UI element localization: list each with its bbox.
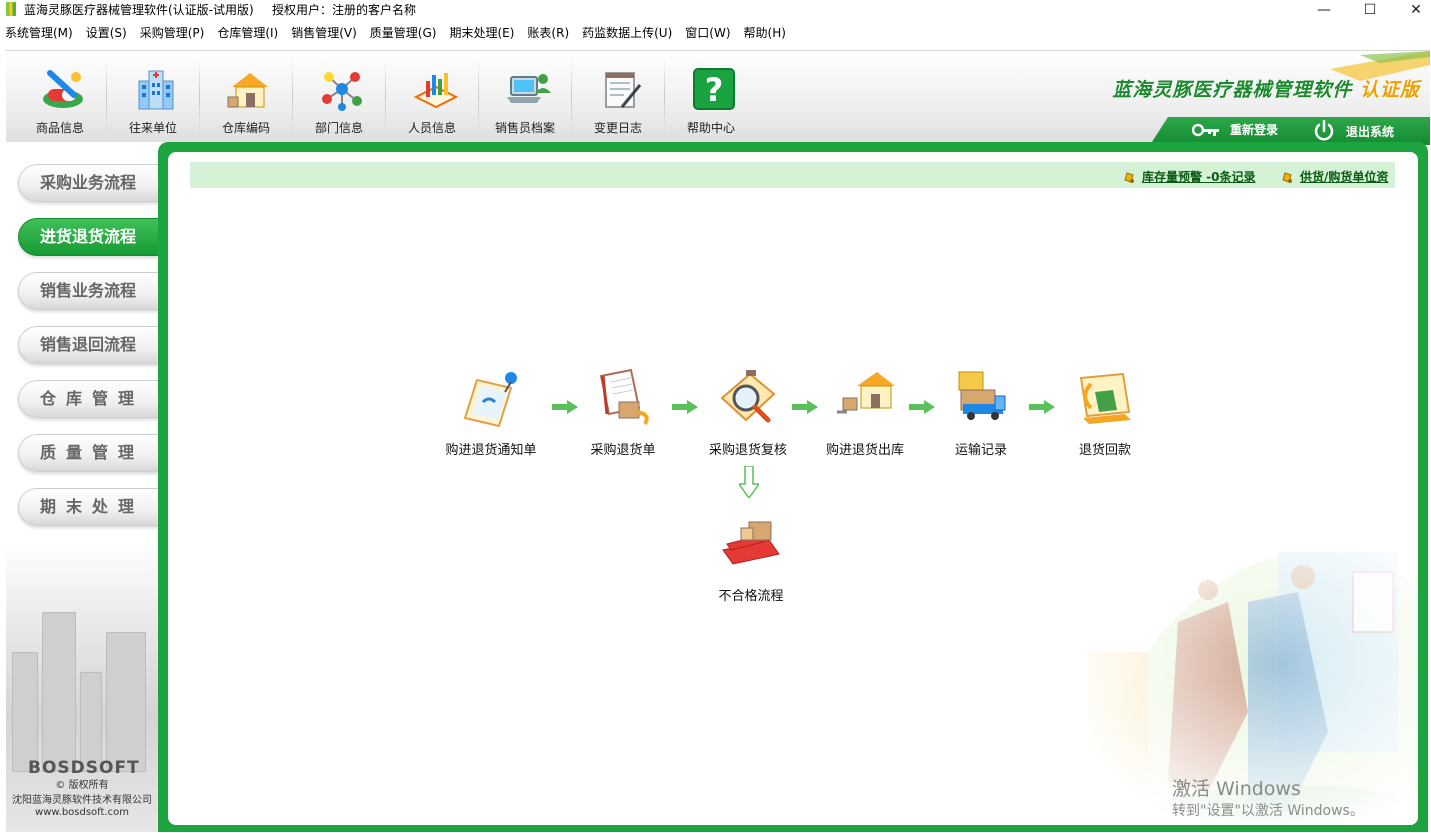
menu-system[interactable]: 系统管理(M) xyxy=(5,24,73,41)
toolbar-label: 变更日志 xyxy=(593,121,642,135)
title-bar: 蓝海灵豚医疗器械管理软件(认证版-试用版) 授权用户：注册的客户名称 — ☐ ✕ xyxy=(0,0,1431,20)
bell-icon xyxy=(1124,171,1134,183)
sidebar-item-sales-return-flow[interactable]: 销售退回流程 xyxy=(18,326,160,364)
sidebar-item-purchase-flow[interactable]: 采购业务流程 xyxy=(18,164,160,202)
flow-step-return-order[interactable]: 采购退货单 xyxy=(563,368,683,458)
menu-upload[interactable]: 药监数据上传(U) xyxy=(582,24,672,41)
flow-step-label: 不合格流程 xyxy=(718,589,784,604)
account-bar: 重新登录 退出系统 xyxy=(1150,117,1430,145)
toolbar-change-log[interactable]: 变更日志 xyxy=(572,51,664,139)
flow-step-return-review[interactable]: 采购退货复核 xyxy=(688,368,808,458)
toolbar-label: 部门信息 xyxy=(314,121,363,135)
flow-step-label: 运输记录 xyxy=(954,443,1007,458)
notepad-pen-icon xyxy=(605,72,642,108)
menu-warehouse[interactable]: 仓库管理(I) xyxy=(217,24,278,41)
flow-step-label: 采购退货单 xyxy=(590,443,656,458)
main-panel: 库存量预警 -0条记录 供货/购货单位资 购进退货通知单 采购退货单 采购退货复… xyxy=(158,142,1428,832)
minimize-button[interactable]: — xyxy=(1301,0,1347,20)
toolbar-label: 商品信息 xyxy=(35,121,84,135)
warehouse-out-icon xyxy=(837,372,895,414)
toolbar-label: 往来单位 xyxy=(128,121,177,135)
close-button[interactable]: ✕ xyxy=(1393,0,1431,20)
menu-purchase[interactable]: 采购管理(P) xyxy=(140,24,205,41)
exit-button[interactable]: 退出系统 xyxy=(1312,119,1394,143)
supplier-info-link[interactable]: 供货/购货单位资 xyxy=(1280,168,1388,185)
toolbar-label: 销售员档案 xyxy=(494,121,555,135)
relogin-button[interactable]: 重新登录 xyxy=(1192,121,1278,138)
refund-icon xyxy=(1079,372,1131,424)
sidebar-item-purchase-return-flow[interactable]: 进货退货流程 xyxy=(18,218,160,256)
activate-windows-title: 激活 Windows xyxy=(1172,778,1301,800)
menu-quality[interactable]: 质量管理(G) xyxy=(370,24,437,41)
hospital-building-icon xyxy=(138,70,174,110)
info-bar: 库存量预警 -0条记录 供货/购货单位资 xyxy=(190,162,1395,188)
close-icon: ✕ xyxy=(1410,2,1422,18)
toolbar-label: 帮助中心 xyxy=(686,121,735,135)
toolbar-salesperson-files[interactable]: 销售员档案 xyxy=(479,51,571,139)
auth-user-text: 授权用户：注册的客户名称 xyxy=(272,3,417,17)
key-icon xyxy=(1192,123,1219,136)
brand-title: 蓝海灵豚医疗器械管理软件 认证版 xyxy=(1112,79,1420,101)
toolbar-warehouse-code[interactable]: 仓库编码 xyxy=(200,51,292,139)
svg-text:?: ? xyxy=(705,71,724,109)
staff-chart-icon xyxy=(413,73,458,109)
brand-banner: 蓝海灵豚医疗器械管理软件 认证版 xyxy=(1112,51,1430,121)
menu-bar: 系统管理(M) 设置(S) 采购管理(P) 仓库管理(I) 销售管理(V) 质量… xyxy=(0,21,1431,43)
flow-step-label: 购进退货出库 xyxy=(825,443,904,458)
company-logo: BOSDSOFT xyxy=(28,758,140,778)
website-text: www.bosdsoft.com xyxy=(35,807,129,818)
sidebar-item-quality[interactable]: 质量管理 xyxy=(18,434,160,472)
warehouse-icon xyxy=(227,73,268,108)
flow-step-label: 采购退货复核 xyxy=(708,443,787,458)
laptop-user-icon xyxy=(507,74,551,103)
flow-step-label: 退货回款 xyxy=(1078,443,1131,458)
return-document-icon xyxy=(599,368,649,426)
menu-window[interactable]: 窗口(W) xyxy=(685,24,730,41)
toolbar-label: 仓库编码 xyxy=(221,121,270,135)
company-name: 沈阳蓝海灵豚软件技术有限公司 xyxy=(12,795,152,806)
toolbar-label: 人员信息 xyxy=(407,121,456,135)
flow-step-return-outbound[interactable]: 购进退货出库 xyxy=(805,368,925,458)
toolbar-staff-info[interactable]: 人员信息 xyxy=(386,51,478,139)
menu-sales[interactable]: 销售管理(V) xyxy=(291,24,357,41)
activate-windows-hint: 转到"设置"以激活 Windows。 xyxy=(1172,803,1364,819)
sidebar-item-sales-flow[interactable]: 销售业务流程 xyxy=(18,272,160,310)
menu-reports[interactable]: 账表(R) xyxy=(527,24,569,41)
menu-settings[interactable]: 设置(S) xyxy=(86,24,127,41)
toolbar-partners[interactable]: 往来单位 xyxy=(107,51,199,139)
flow-arrow-down-icon xyxy=(739,466,759,498)
flow-step-transport-record[interactable]: 运输记录 xyxy=(921,368,1041,458)
sidebar: 采购业务流程 进货退货流程 销售业务流程 销售退回流程 仓库管理 质量管理 期末… xyxy=(6,142,160,832)
flow-step-defective[interactable]: 不合格流程 xyxy=(691,514,811,604)
flow-step-label: 购进退货通知单 xyxy=(445,443,537,458)
bell-icon xyxy=(1282,171,1292,183)
power-icon xyxy=(1314,119,1334,141)
truck-icon xyxy=(958,371,1006,420)
flow-step-refund[interactable]: 退货回款 xyxy=(1045,368,1165,458)
magnifier-review-icon xyxy=(720,370,776,423)
main-content: 库存量预警 -0条记录 供货/购货单位资 购进退货通知单 采购退货单 采购退货复… xyxy=(168,152,1418,825)
help-question-icon: ? xyxy=(693,68,735,110)
toolbar-department-info[interactable]: 部门信息 xyxy=(293,51,385,139)
minimize-icon: — xyxy=(1317,2,1331,18)
maximize-button[interactable]: ☐ xyxy=(1347,0,1393,20)
menu-period-end[interactable]: 期末处理(E) xyxy=(449,24,514,41)
defective-cart-icon xyxy=(722,521,780,565)
toolbar-help-center[interactable]: ? 帮助中心 xyxy=(665,51,757,139)
flow-step-return-notice[interactable]: 购进退货通知单 xyxy=(431,368,551,458)
window-title: 蓝海灵豚医疗器械管理软件(认证版-试用版) xyxy=(24,3,254,17)
sidebar-item-warehouse[interactable]: 仓库管理 xyxy=(18,380,160,418)
stock-alert-link[interactable]: 库存量预警 -0条记录 xyxy=(1122,168,1256,185)
sidebar-item-period-end[interactable]: 期末处理 xyxy=(18,488,160,526)
toolbar: 商品信息 往来单位 仓库编码 部门信息 人员信息 销售员档案 变更日志 ? 帮助… xyxy=(6,50,1430,145)
menu-help[interactable]: 帮助(H) xyxy=(744,24,786,41)
capsule-icon xyxy=(43,70,83,108)
network-nodes-icon xyxy=(322,72,362,111)
maximize-icon: ☐ xyxy=(1363,2,1377,18)
app-icon xyxy=(6,2,16,16)
copyright-text: © 版权所有 xyxy=(55,780,109,791)
toolbar-product-info[interactable]: 商品信息 xyxy=(14,51,106,139)
notice-pin-icon xyxy=(463,372,517,428)
